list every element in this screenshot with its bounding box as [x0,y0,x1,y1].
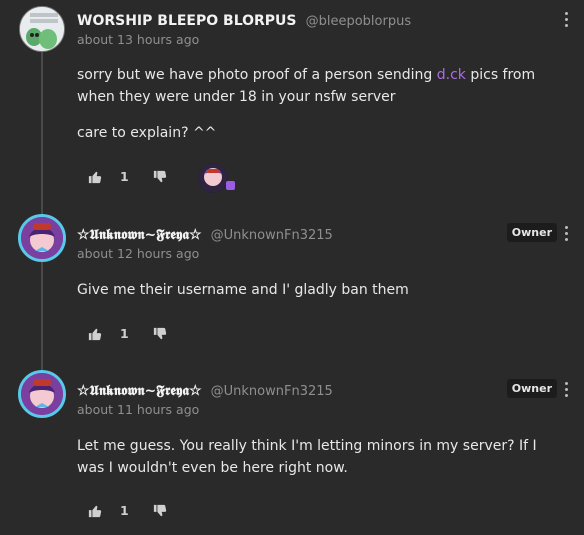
author-handle[interactable]: @UnknownFn3215 [211,384,333,399]
author-name[interactable]: WORSHIP BLEEPO BLORPUS [77,13,297,29]
thumbs-down-icon[interactable] [153,327,167,341]
author-name[interactable]: ☆𝖀𝖓𝖐𝖓𝖔𝖜𝖓~𝕱𝖗𝖊𝖞𝖆☆ [77,383,202,399]
reply-avatar[interactable] [198,163,228,193]
thumbs-down-icon[interactable] [153,504,167,518]
kebab-menu-icon[interactable] [565,382,569,397]
comment-actions: 1 [88,326,167,341]
comment-actions: 1 [88,503,167,518]
comment-header: ☆𝖀𝖓𝖐𝖓𝖔𝖜𝖓~𝕱𝖗𝖊𝖞𝖆☆ @UnknownFn3215 [77,380,333,399]
kebab-menu-icon[interactable] [565,226,569,241]
body-text-1: sorry but we have photo proof of a perso… [77,67,437,83]
body-link[interactable]: d.ck [437,67,466,83]
author-handle[interactable]: @bleepoblorpus [306,14,412,29]
comment-body: Let me guess. You really think I'm letti… [77,438,537,476]
thumbs-up-icon[interactable] [88,504,102,518]
avatar[interactable] [19,6,65,52]
thumbs-up-icon[interactable] [88,170,102,184]
avatar[interactable] [18,370,66,418]
comment-actions: 1 [88,169,167,184]
thumbs-down-icon[interactable] [153,170,167,184]
timestamp: about 12 hours ago [77,246,200,261]
owner-badge: Owner [506,379,557,398]
kebab-menu-icon[interactable] [565,12,569,27]
comment-header: ☆𝖀𝖓𝖐𝖓𝖔𝖜𝖓~𝕱𝖗𝖊𝖞𝖆☆ @UnknownFn3215 [77,224,333,243]
body-text-3: care to explain? ^^ [77,125,217,141]
author-handle[interactable]: @UnknownFn3215 [211,228,333,243]
comment-body: sorry but we have photo proof of a perso… [77,64,567,158]
like-count: 1 [120,169,129,184]
author-name[interactable]: ☆𝖀𝖓𝖐𝖓𝖔𝖜𝖓~𝕱𝖗𝖊𝖞𝖆☆ [77,227,202,243]
comment-body: Give me their username and I' gladly ban… [77,282,409,298]
like-count: 1 [120,326,129,341]
reply-indicator-icon [226,181,235,190]
timestamp: about 13 hours ago [77,32,200,47]
avatar[interactable] [18,214,66,262]
thumbs-up-icon[interactable] [88,327,102,341]
like-count: 1 [120,503,129,518]
comment-header: WORSHIP BLEEPO BLORPUS @bleepoblorpus [77,10,411,29]
timestamp: about 11 hours ago [77,402,200,417]
owner-badge: Owner [506,223,557,242]
